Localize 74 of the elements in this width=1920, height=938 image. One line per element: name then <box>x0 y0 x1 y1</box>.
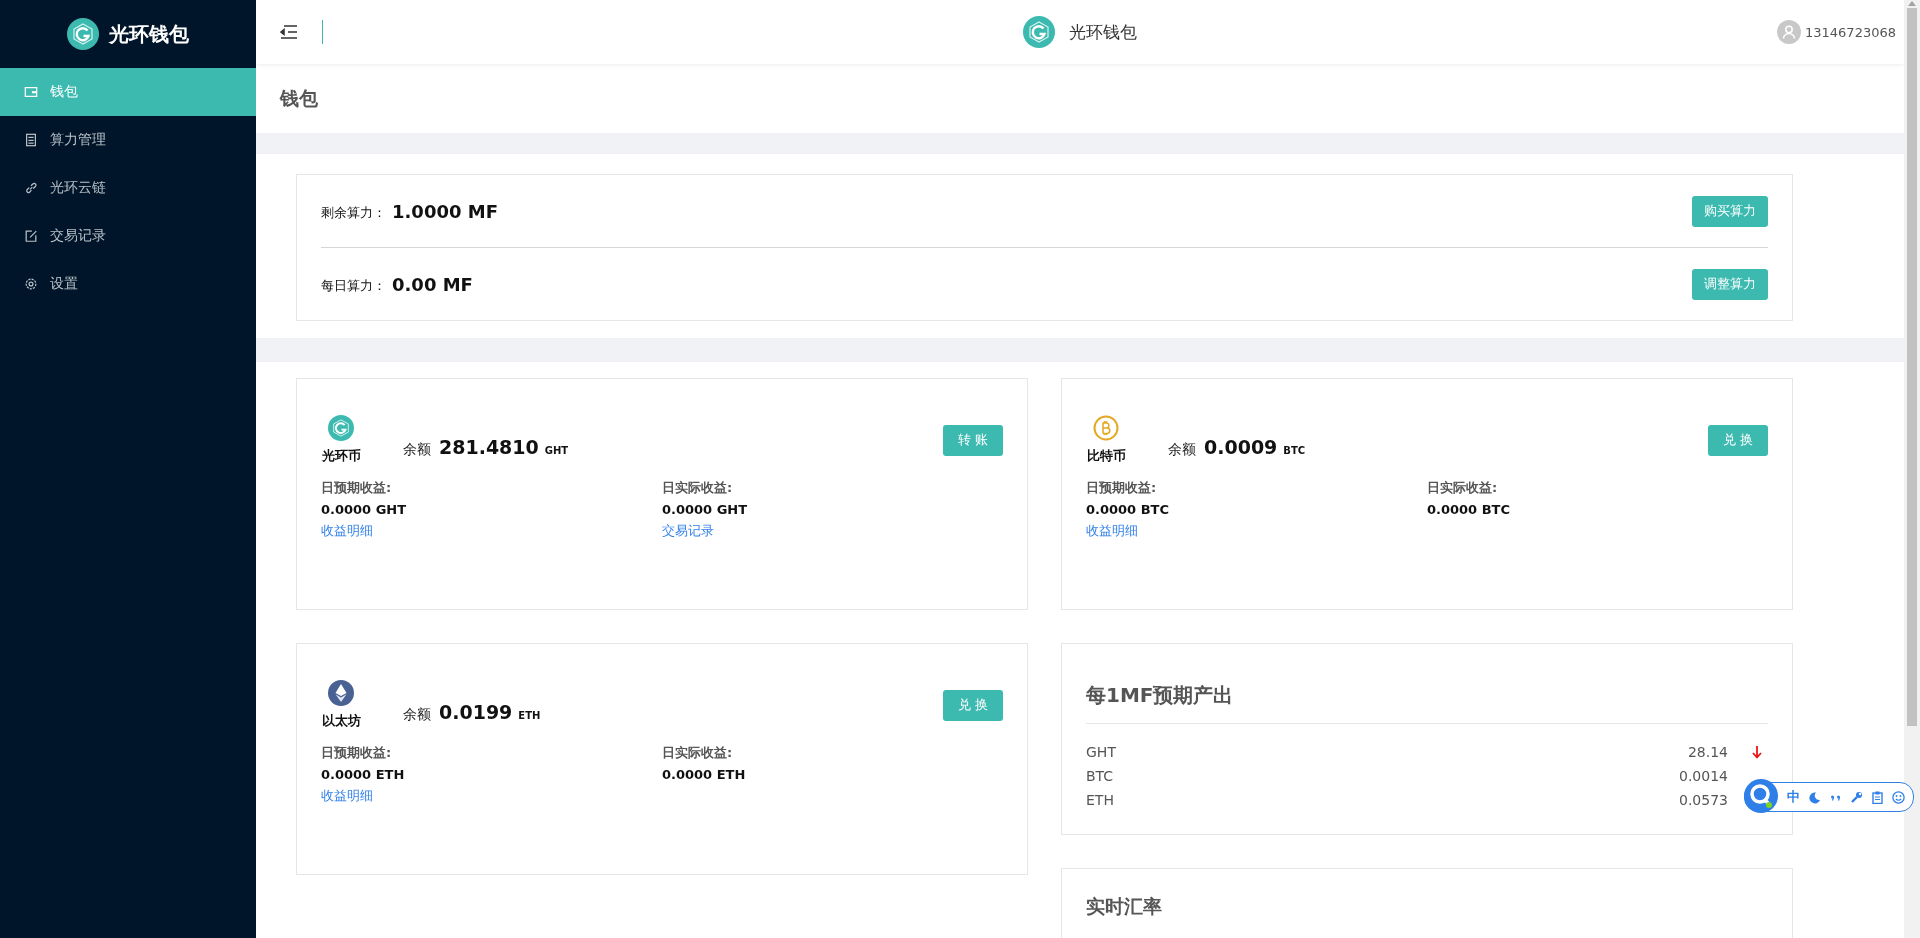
expected-income-value: 0.0000 ETH <box>321 767 405 782</box>
actual-income-value: 0.0000 ETH <box>662 767 746 782</box>
balance-label: 余额 <box>403 440 431 459</box>
balance-unit: GHT <box>544 444 569 456</box>
moon-icon[interactable] <box>1808 790 1821 804</box>
hashrate-value: 1.0000 MF <box>392 200 499 222</box>
smiley-icon[interactable] <box>1892 790 1905 804</box>
down-arrow-icon <box>1752 745 1762 759</box>
clipboard-icon[interactable] <box>1871 790 1884 804</box>
sidebar-item[interactable]: 交易记录 <box>0 212 256 260</box>
bitcoin-icon <box>1093 415 1119 441</box>
actual-income-value: 0.0000 BTC <box>1427 502 1510 517</box>
calculator-icon <box>24 133 38 147</box>
coin-symbol: GHT <box>1086 744 1117 760</box>
edit-icon <box>24 229 38 243</box>
income-details-link[interactable]: 收益明细 <box>1086 522 1138 540</box>
coin-name: 比特币 <box>1086 447 1126 465</box>
expected-income-value: 0.0000 BTC <box>1086 502 1169 517</box>
expected-income-label: 日预期收益: <box>321 479 392 497</box>
ime-mode-label[interactable]: 中 <box>1787 788 1800 806</box>
brand-name: 光环钱包 <box>109 20 189 48</box>
balance-value: 0.0009 <box>1204 435 1278 458</box>
ime-logo-icon[interactable] <box>1743 778 1779 814</box>
sidebar-item[interactable]: 光环云链 <box>0 164 256 212</box>
balance-value: 281.4810 <box>439 435 539 458</box>
expected-income-label: 日预期收益: <box>1086 479 1157 497</box>
actual-income-label: 日实际收益: <box>1427 479 1498 497</box>
sidebar-item[interactable]: 设置 <box>0 260 256 308</box>
link-icon <box>24 181 38 195</box>
wallet-icon <box>24 85 38 99</box>
coin-action-button[interactable]: 转账 <box>943 424 1003 456</box>
wrench-icon[interactable] <box>1850 790 1863 804</box>
hashrate-button[interactable]: 调整算力 <box>1692 268 1768 300</box>
balance-label: 余额 <box>1168 440 1196 459</box>
yield-value: 0.0573 <box>1679 792 1728 808</box>
logo-icon <box>67 18 99 50</box>
income-details-link[interactable]: 收益明细 <box>321 522 373 540</box>
hashrate-label: 每日算力： <box>321 277 386 295</box>
income-details-link[interactable]: 收益明细 <box>321 787 373 805</box>
logo-icon <box>1023 16 1055 48</box>
scrollbar[interactable] <box>1904 0 1920 938</box>
hashrate-value: 0.00 MF <box>392 273 474 295</box>
card-title: 每1MF预期产出 <box>1086 682 1768 724</box>
scroll-up-icon[interactable] <box>1908 0 1916 6</box>
expected-income-value: 0.0000 GHT <box>321 502 407 517</box>
sidebar-item[interactable]: 钱包 <box>0 68 256 116</box>
coin-name: 以太坊 <box>321 712 361 730</box>
menu-icon[interactable] <box>280 25 298 39</box>
balance-value: 0.0199 <box>439 700 513 723</box>
settings-icon <box>24 277 38 291</box>
page-title: 钱包 <box>278 85 319 111</box>
yield-value: 28.14 <box>1687 744 1728 760</box>
actual-income-label: 日实际收益: <box>662 744 733 762</box>
sidebar-item[interactable]: 算力管理 <box>0 116 256 164</box>
actual-income-label: 日实际收益: <box>662 479 733 497</box>
actual-income-value: 0.0000 GHT <box>662 502 748 517</box>
transactions-link[interactable]: 交易记录 <box>662 522 714 540</box>
yield-value: 0.0014 <box>1679 768 1728 784</box>
balance-unit: BTC <box>1283 444 1306 456</box>
coin-action-button[interactable]: 兑换 <box>943 689 1003 721</box>
coin-name: 光环币 <box>321 447 361 465</box>
logo-icon <box>328 415 354 441</box>
balance-label: 余额 <box>403 705 431 724</box>
coin-symbol: ETH <box>1086 792 1115 808</box>
ethereum-icon <box>328 680 354 706</box>
app-title: 光环钱包 <box>1069 20 1137 44</box>
hashrate-button[interactable]: 购买算力 <box>1692 195 1768 227</box>
user-phone[interactable]: 13146723068 <box>1805 24 1896 40</box>
coin-action-button[interactable]: 兑换 <box>1708 424 1768 456</box>
coin-symbol: BTC <box>1086 768 1115 784</box>
card-title: 实时汇率 <box>1086 895 1163 917</box>
balance-unit: ETH <box>518 709 541 721</box>
hashrate-label: 剩余算力： <box>321 204 386 222</box>
expected-income-label: 日预期收益: <box>321 744 392 762</box>
